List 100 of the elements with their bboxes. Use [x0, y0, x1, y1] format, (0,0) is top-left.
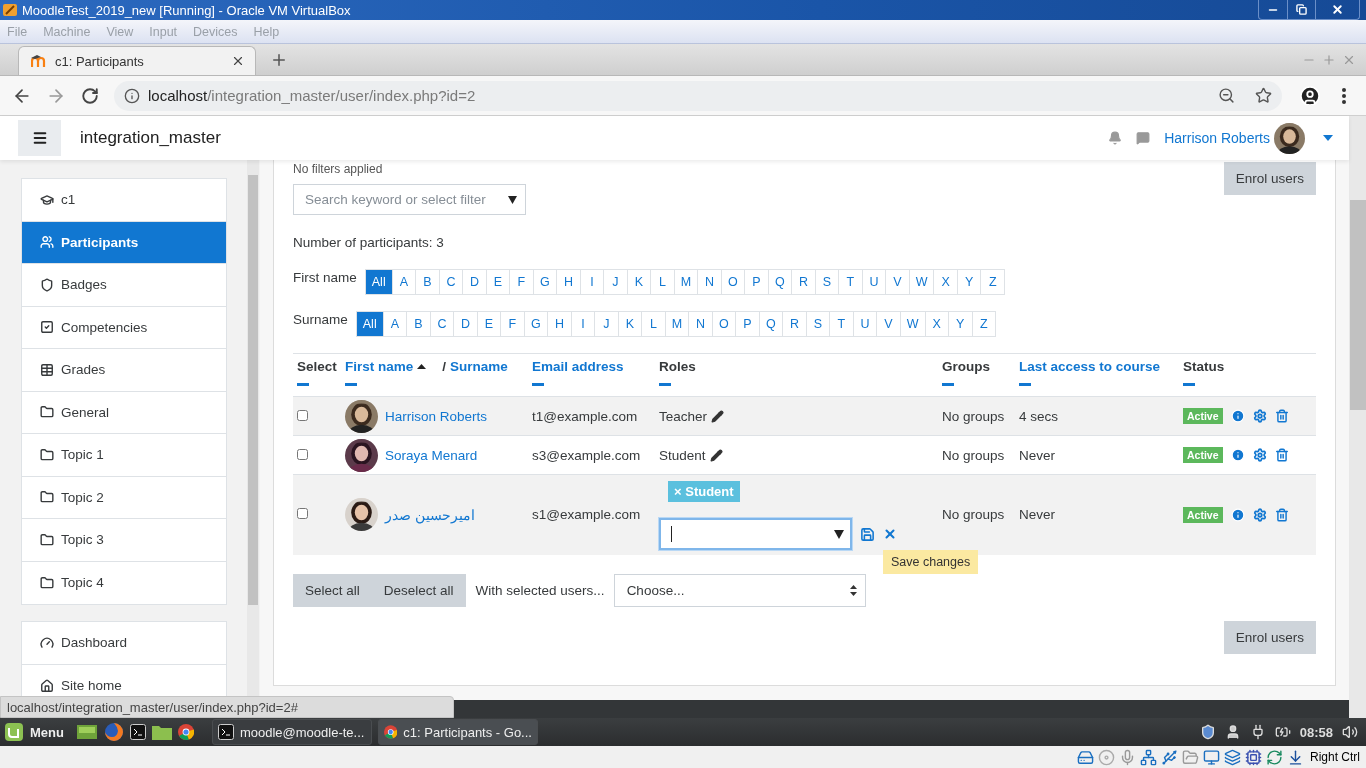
volume-icon[interactable] — [1342, 724, 1358, 740]
column-title: Status — [1183, 359, 1225, 374]
taskbar-window-button[interactable]: c1: Participants - Go... — [377, 719, 538, 745]
shield-icon[interactable] — [1199, 724, 1216, 740]
page-scrollbar[interactable] — [1349, 116, 1366, 718]
email-cell: s3@example.com — [528, 435, 655, 475]
status-badge: Active — [1183, 506, 1223, 523]
select-all-button[interactable]: Select all — [293, 573, 372, 607]
menu-button[interactable] — [18, 120, 61, 156]
virtualbox-icon — [2, 2, 18, 18]
close-icon — [1331, 3, 1344, 16]
close-tab-icon[interactable] — [231, 54, 245, 68]
letter-link[interactable]: All — [356, 312, 383, 336]
users-icon — [40, 235, 54, 250]
window-title: MoodleTest_2019_new [Running] - Oracle VM VirtualBox — [22, 2, 352, 18]
new-tab-icon[interactable] — [270, 51, 288, 69]
last-access-cell: 4 secs — [1015, 396, 1179, 436]
restore-icon — [1296, 4, 1307, 15]
info-icon — [124, 87, 140, 104]
letter-link[interactable]: All — [365, 270, 392, 294]
folder-icon — [40, 405, 54, 420]
firefox-icon[interactable] — [103, 722, 124, 742]
shared-folder-icon[interactable] — [1182, 748, 1199, 766]
usb-icon[interactable] — [1161, 748, 1178, 766]
folder-icon — [40, 532, 54, 547]
start-menu-button[interactable]: Menu — [4, 722, 70, 742]
trash-icon[interactable] — [1274, 409, 1289, 423]
user-name-link[interactable]: Harrison Roberts — [385, 408, 488, 424]
user-name-link[interactable]: Soraya Menard — [385, 447, 478, 463]
layers-icon[interactable] — [1224, 748, 1241, 766]
deselect-all-button[interactable]: Deselect all — [371, 573, 466, 607]
bell-icon — [1108, 131, 1123, 145]
notifications-button[interactable] — [1108, 131, 1123, 145]
save-icon[interactable] — [860, 526, 875, 542]
column-title: Select — [297, 359, 337, 374]
enrol-users-button[interactable]: Enrol users — [1223, 162, 1316, 195]
participant-count: Number of participants: 3 — [293, 234, 445, 252]
role-select-field[interactable] — [659, 518, 852, 551]
column-sort-link[interactable]: Last access to course — [1019, 359, 1161, 374]
row-checkbox[interactable] — [297, 508, 308, 520]
groups-cell: No groups — [938, 435, 1015, 475]
dropdown-icon — [834, 529, 844, 539]
reload-icon — [81, 86, 99, 105]
column-sort-link[interactable]: First name — [345, 359, 414, 374]
folder-icon[interactable] — [151, 724, 172, 740]
row-checkbox[interactable] — [297, 448, 308, 460]
star-icon[interactable] — [1255, 87, 1272, 104]
column-sort-link[interactable]: Email address — [532, 359, 624, 374]
enrol-users-button[interactable]: Enrol users — [1223, 620, 1316, 654]
row-checkbox[interactable] — [297, 409, 308, 421]
settings-icon[interactable] — [1252, 448, 1267, 462]
search-field[interactable]: Search keyword or select filter — [293, 184, 526, 215]
user-name-link[interactable]: Harrison Roberts — [1164, 130, 1270, 146]
cancel-icon[interactable] — [883, 527, 897, 542]
tooltip: Save changes — [883, 550, 979, 575]
chrome-icon — [177, 724, 194, 740]
pencil-icon[interactable] — [709, 448, 723, 462]
battery-icon[interactable] — [1274, 724, 1291, 740]
download-icon[interactable] — [1287, 748, 1304, 766]
pencil-icon[interactable] — [711, 409, 725, 423]
info-icon[interactable] — [1230, 409, 1245, 423]
caret-icon[interactable] — [1323, 135, 1333, 141]
status-badge: Active — [1183, 447, 1223, 463]
messages-button[interactable] — [1136, 131, 1151, 145]
table-icon — [40, 362, 54, 377]
zoom-out-icon[interactable] — [1218, 87, 1235, 104]
groups-cell: No groups — [938, 396, 1015, 436]
info-icon[interactable] — [1230, 507, 1245, 522]
info-icon[interactable] — [1230, 448, 1245, 462]
trash-icon[interactable] — [1274, 507, 1289, 522]
display-icon[interactable] — [1203, 748, 1220, 766]
settings-icon[interactable] — [1252, 507, 1267, 522]
cpu-icon[interactable] — [1245, 748, 1262, 766]
settings-icon[interactable] — [1252, 409, 1267, 423]
user-name-link[interactable]: امیرحسین صدر — [385, 506, 475, 523]
network-icon[interactable] — [1140, 748, 1157, 766]
more-icon — [1342, 87, 1346, 104]
nav-item[interactable]: Participants — [22, 221, 226, 264]
last-access-cell: Never — [1015, 435, 1179, 475]
browser-tab[interactable]: c1: Participants — [18, 46, 256, 75]
folder-icon — [40, 447, 54, 462]
user-avatar-icon — [1299, 84, 1321, 107]
bulk-action-label: With selected users... — [475, 582, 605, 598]
email-cell: s1@example.com — [528, 474, 655, 555]
tab-title: c1: Participants — [55, 53, 145, 69]
trash-icon[interactable] — [1274, 448, 1289, 462]
link-status-url: localhost/integration_master/user/index.php?id=2# — [0, 696, 454, 718]
column-sort-link[interactable]: Surname — [450, 359, 508, 374]
checkbox-icon — [40, 320, 54, 335]
address-bar[interactable]: localhost/integration_master/user/index.php?id=2 — [114, 80, 1282, 111]
filters-note: No filters applied — [293, 162, 384, 176]
microphone-icon[interactable] — [1119, 748, 1136, 766]
taskbar-window-button[interactable]: moodle@moodle-te... — [211, 719, 372, 745]
folder-icon — [40, 575, 54, 590]
graduation-cap-icon — [40, 192, 54, 207]
action-select-field[interactable]: Choose... — [613, 573, 866, 607]
terminal-icon — [129, 724, 146, 740]
show-desktop-icon[interactable] — [75, 723, 98, 741]
sync-icon[interactable] — [1266, 748, 1283, 766]
site-name: integration_master — [80, 128, 222, 148]
